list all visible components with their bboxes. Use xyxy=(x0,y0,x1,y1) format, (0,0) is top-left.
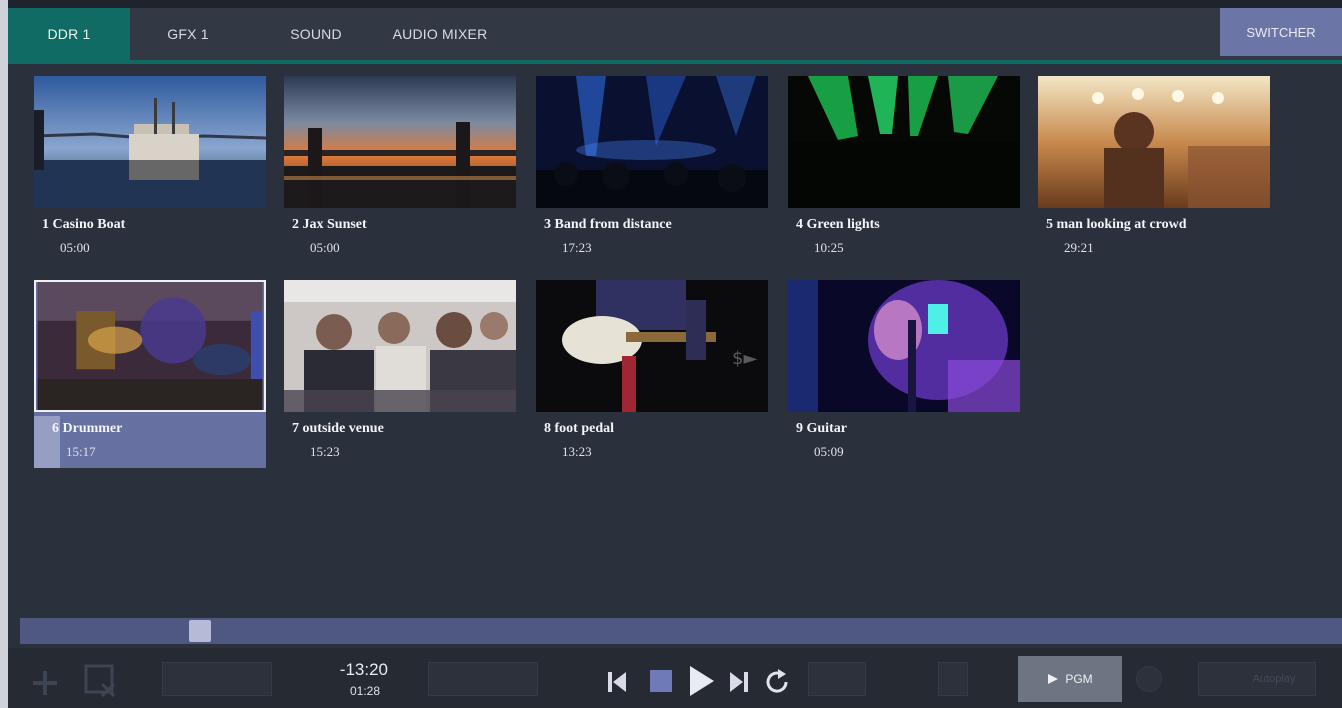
clip-duration: 17:23 xyxy=(562,240,592,255)
clip-duration: 29:21 xyxy=(1064,240,1094,255)
ddr-panel: DDR 1 GFX 1 SOUND AUDIO MIXER SWITCHER 1… xyxy=(8,8,1342,708)
clip-title: 6 Drummer xyxy=(52,421,123,436)
clip-duration: 05:00 xyxy=(60,240,90,255)
tab-audio-mixer[interactable]: AUDIO MIXER xyxy=(380,8,500,60)
play-icon[interactable] xyxy=(688,664,716,698)
stop-icon[interactable] xyxy=(648,668,674,694)
clip-thumbnail xyxy=(788,76,1020,208)
clip-item[interactable]: 5 man looking at crowd 29:21 xyxy=(1038,76,1270,264)
clip-duration: 05:09 xyxy=(814,444,844,459)
clip-thumbnail xyxy=(34,280,266,412)
clip-title: 5 man looking at crowd xyxy=(1046,217,1187,232)
list-button[interactable] xyxy=(938,662,968,696)
scrub-bar[interactable] xyxy=(20,618,1342,644)
clip-duration: 10:25 xyxy=(814,240,844,255)
settings-icon[interactable] xyxy=(1136,666,1162,692)
speed-button[interactable] xyxy=(428,662,538,696)
autoplay-toggle[interactable]: Autoplay xyxy=(1198,662,1316,696)
playhead-handle[interactable] xyxy=(189,620,211,642)
clip-thumbnail xyxy=(1038,76,1270,208)
tab-bar: DDR 1 GFX 1 SOUND AUDIO MIXER SWITCHER xyxy=(8,8,1342,60)
clip-title: 1 Casino Boat xyxy=(42,217,126,232)
time-remaining: -13:20 xyxy=(339,660,388,679)
clip-duration: 05:00 xyxy=(310,240,340,255)
clip-item-selected[interactable]: 6 Drummer 15:17 xyxy=(34,280,266,468)
skip-forward-icon[interactable] xyxy=(728,670,750,694)
time-elapsed: 01:28 xyxy=(349,684,380,698)
in-out-button[interactable] xyxy=(162,662,272,696)
clip-title: 2 Jax Sunset xyxy=(292,217,367,232)
switcher-button[interactable]: SWITCHER xyxy=(1220,8,1342,56)
remove-icon[interactable] xyxy=(80,662,120,702)
clip-title: 3 Band from distance xyxy=(544,217,672,232)
clip-item[interactable]: 4 Green lights 10:25 xyxy=(788,76,1020,264)
clip-duration: 13:23 xyxy=(562,444,592,459)
tab-gfx1[interactable]: GFX 1 xyxy=(148,8,228,60)
clip-title: 4 Green lights xyxy=(796,217,880,232)
svg-text:$►: $► xyxy=(732,348,757,369)
clip-thumbnail xyxy=(536,76,768,208)
tab-sound[interactable]: SOUND xyxy=(276,8,356,60)
clip-title: 9 Guitar xyxy=(796,421,847,436)
transport-bar: -13:20 01:28 PGM Autoplay xyxy=(8,648,1342,708)
clip-thumbnail xyxy=(788,280,1020,412)
play-pgm-icon xyxy=(1048,674,1059,684)
autoplay-label: Autoplay xyxy=(1252,673,1296,685)
clip-thumbnail xyxy=(284,280,516,412)
clip-duration: 15:17 xyxy=(66,444,96,459)
window-edge xyxy=(0,0,8,708)
skip-back-icon[interactable] xyxy=(606,670,628,694)
single-button[interactable] xyxy=(808,662,866,696)
clip-duration: 15:23 xyxy=(310,444,340,459)
clip-item[interactable]: 3 Band from distance 17:23 xyxy=(536,76,768,264)
clip-thumbnail: $► xyxy=(536,280,768,412)
tab-ddr1[interactable]: DDR 1 xyxy=(8,8,130,60)
loop-icon[interactable] xyxy=(764,668,792,696)
clip-item[interactable]: $► 8 foot pedal 13:23 xyxy=(536,280,768,468)
add-icon[interactable] xyxy=(30,668,60,698)
pgm-label: PGM xyxy=(1065,672,1093,686)
clip-item[interactable]: 1 Casino Boat 05:00 xyxy=(34,76,266,264)
clip-item[interactable]: 7 outside venue 15:23 xyxy=(284,280,516,468)
clip-grid: 1 Casino Boat 05:00 2 Jax Sunset 05:00 3… xyxy=(8,64,1342,614)
clip-item[interactable]: 9 Guitar 05:09 xyxy=(788,280,1020,468)
clip-item[interactable]: 2 Jax Sunset 05:00 xyxy=(284,76,516,264)
pgm-button[interactable]: PGM xyxy=(1018,656,1122,702)
clip-thumbnail xyxy=(34,76,266,208)
clip-thumbnail xyxy=(284,76,516,208)
clip-title: 8 foot pedal xyxy=(544,421,614,436)
clip-title: 7 outside venue xyxy=(292,421,384,436)
